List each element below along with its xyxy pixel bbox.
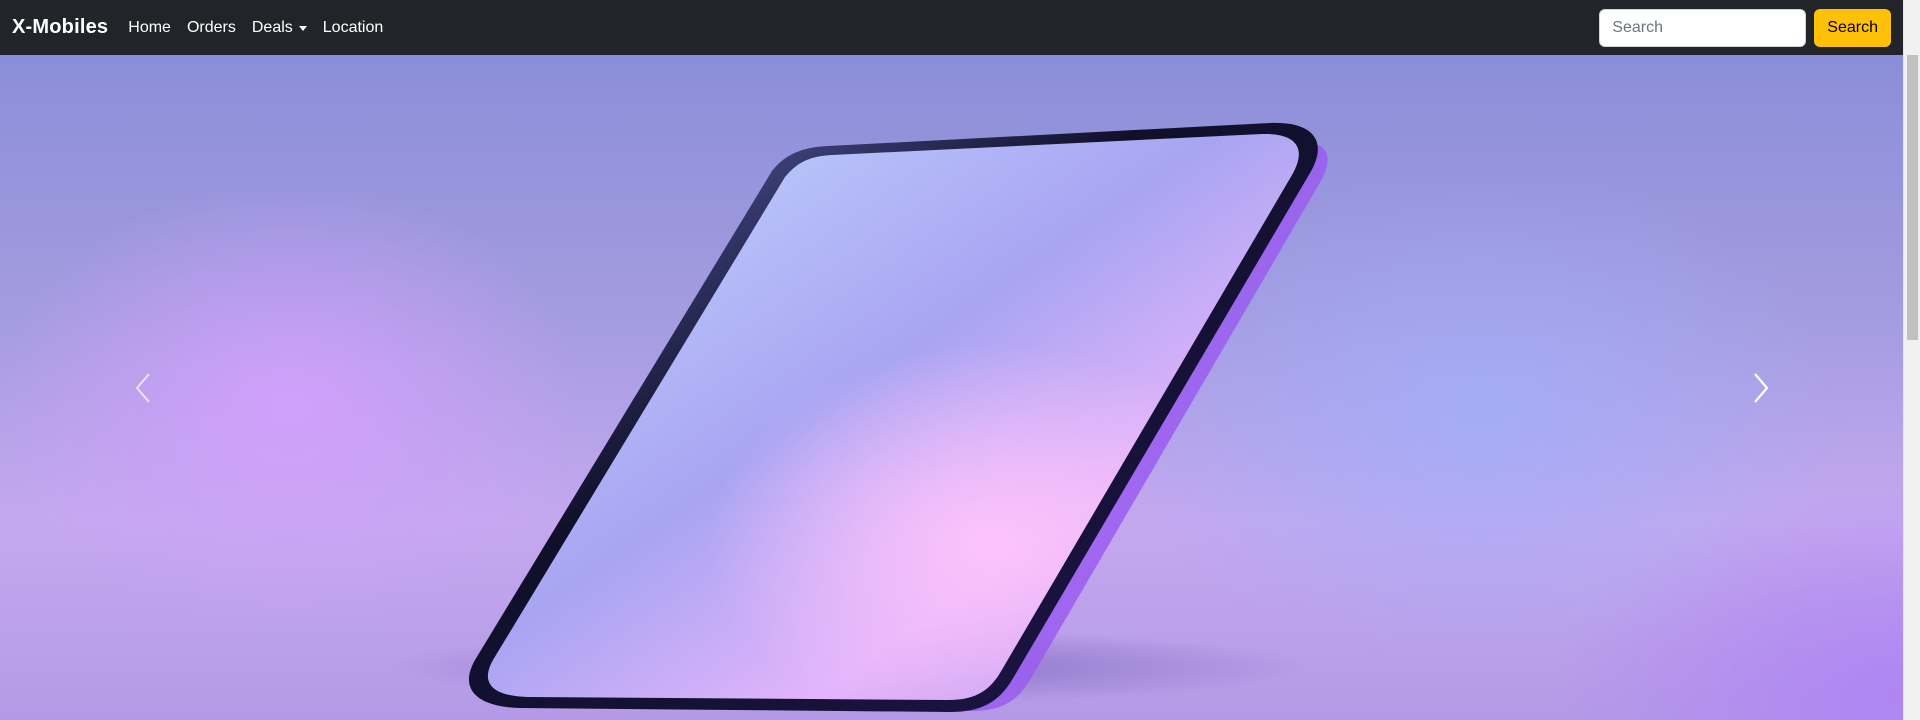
page-scrollbar[interactable]	[1903, 0, 1920, 720]
search-input[interactable]	[1599, 8, 1807, 47]
search-button[interactable]: Search	[1814, 8, 1891, 47]
nav-link-orders[interactable]: Orders	[187, 19, 236, 37]
nav-links: Home Orders Deals Location	[128, 19, 399, 37]
caret-down-icon	[298, 26, 307, 31]
nav-link-home[interactable]: Home	[128, 19, 171, 37]
nav-link-label: Home	[128, 18, 171, 36]
search-form: Search	[1599, 8, 1891, 47]
hero-carousel	[0, 55, 1903, 720]
carousel-next-button[interactable]	[1618, 55, 1903, 720]
carousel-prev-button[interactable]	[0, 55, 285, 720]
nav-link-label: Location	[322, 18, 384, 36]
chevron-left-icon	[135, 372, 150, 403]
nav-link-label: Deals	[251, 18, 293, 36]
navbar: X-Mobiles Home Orders Deals Location Sea…	[0, 0, 1903, 55]
nav-link-location[interactable]: Location	[323, 19, 384, 37]
chevron-right-icon	[1753, 372, 1768, 403]
page: X-Mobiles Home Orders Deals Location Sea…	[0, 0, 1920, 720]
nav-dropdown-deals[interactable]: Deals	[252, 19, 307, 37]
scrollbar-thumb[interactable]	[1907, 55, 1918, 340]
brand-logo[interactable]: X-Mobiles	[12, 16, 108, 39]
nav-link-label: Orders	[186, 18, 236, 36]
